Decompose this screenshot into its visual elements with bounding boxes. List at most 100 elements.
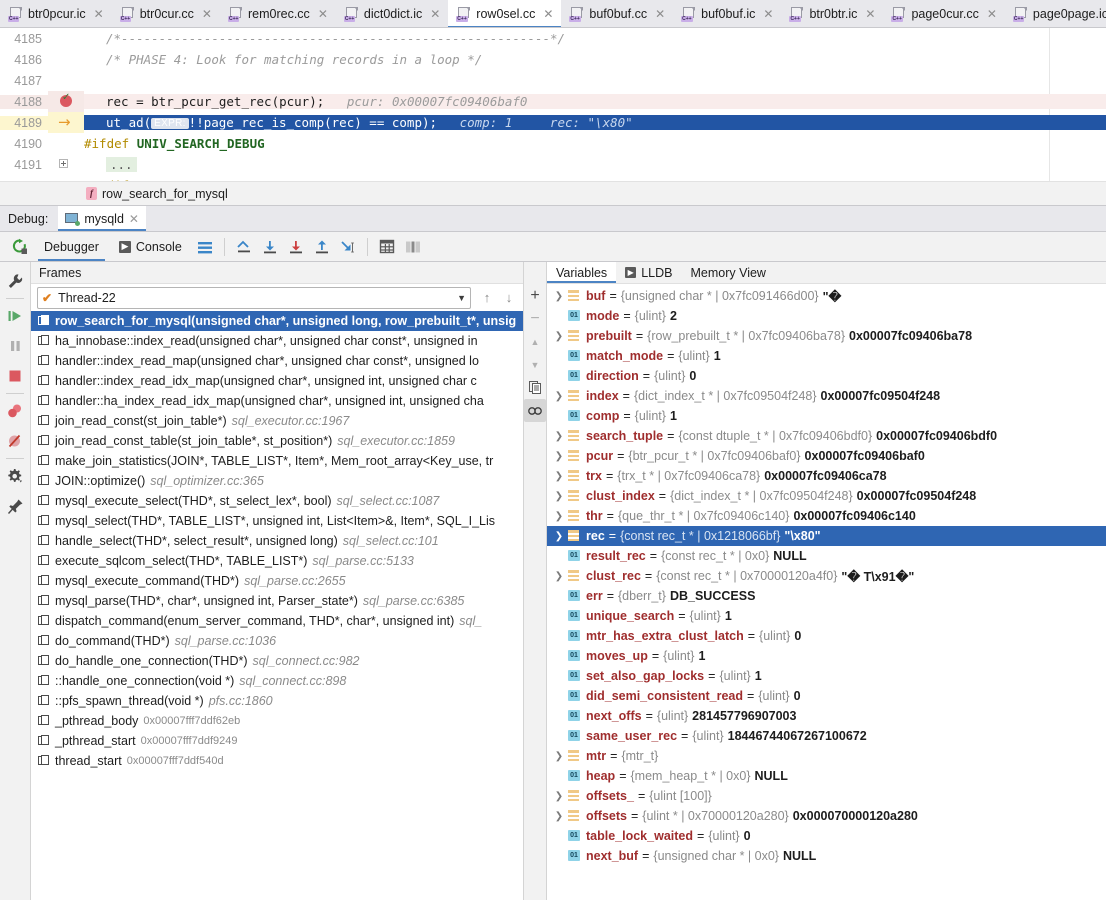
variable-row[interactable]: ❯ rec = {const rec_t * | 0x1218066bf} "\x80" xyxy=(547,526,1106,546)
frame-row[interactable]: join_read_const_table(st_join_table*, st… xyxy=(31,431,523,451)
editor-tab-rem0rec.cc[interactable]: C++ rem0rec.cc ✕ xyxy=(220,0,336,27)
line-number[interactable]: 4186 xyxy=(0,53,48,67)
resume-program-button[interactable] xyxy=(0,301,30,331)
settings-gear-button[interactable] xyxy=(0,461,30,491)
chevron-right-icon[interactable]: ❯ xyxy=(551,391,567,402)
variable-row[interactable]: 01 next_buf = {unsigned char * | 0x0} NULL xyxy=(547,846,1106,866)
frame-row[interactable]: ::handle_one_connection(void *) sql_conne… xyxy=(31,671,523,691)
frame-row[interactable]: handle_select(THD*, select_result*, unsi… xyxy=(31,531,523,551)
frame-row[interactable]: execute_sqlcom_select(THD*, TABLE_LIST*)… xyxy=(31,551,523,571)
variable-row[interactable]: 01 table_lock_waited = {ulint} 0 xyxy=(547,826,1106,846)
settings-wrench-button[interactable] xyxy=(0,266,30,296)
variable-row[interactable]: 01 next_offs = {ulint} 281457796907003 xyxy=(547,706,1106,726)
move-watch-down-button[interactable]: ▼ xyxy=(524,353,546,376)
tab-memory-view[interactable]: Memory View xyxy=(681,262,774,283)
variable-row[interactable]: 01 mode = {ulint} 2 xyxy=(547,306,1106,326)
variable-row[interactable]: 01 same_user_rec = {ulint} 18446744067267100… xyxy=(547,726,1106,746)
editor-tab-buf0buf.ic[interactable]: C++ buf0buf.ic ✕ xyxy=(673,0,781,27)
code-editor[interactable]: 4185 /*----------------------------------… xyxy=(0,28,1106,206)
variable-row[interactable]: ❯ mtr = {mtr_t} xyxy=(547,746,1106,766)
frame-row[interactable]: dispatch_command(enum_server_command, TH… xyxy=(31,611,523,631)
frame-row[interactable]: mysql_select(THD*, TABLE_LIST*, unsigned… xyxy=(31,511,523,531)
close-icon[interactable]: ✕ xyxy=(93,8,105,20)
close-icon[interactable]: ✕ xyxy=(317,8,329,20)
run-to-cursor-button[interactable] xyxy=(335,234,361,260)
chevron-down-icon[interactable]: ▼ xyxy=(457,293,466,303)
variable-row[interactable]: 01 result_rec = {const rec_t * | 0x0} NULL xyxy=(547,546,1106,566)
mute-breakpoints-button[interactable] xyxy=(0,426,30,456)
close-icon[interactable]: ✕ xyxy=(429,8,441,20)
chevron-right-icon[interactable]: ❯ xyxy=(551,471,567,482)
frame-row[interactable]: row_search_for_mysql(unsigned char*, uns… xyxy=(31,311,523,331)
variable-row[interactable]: ❯ clust_rec = {const rec_t * | 0x70000120a4… xyxy=(547,566,1106,586)
chevron-right-icon[interactable]: ❯ xyxy=(551,331,567,342)
view-breakpoints-button[interactable] xyxy=(0,396,30,426)
close-icon[interactable]: ✕ xyxy=(986,8,998,20)
breakpoint-icon[interactable] xyxy=(60,92,72,107)
gutter[interactable] xyxy=(48,70,84,91)
gutter[interactable] xyxy=(48,154,84,175)
variable-row[interactable]: ❯ thr = {que_thr_t * | 0x7fc09406c140} 0x000… xyxy=(547,506,1106,526)
chevron-right-icon[interactable]: ❯ xyxy=(551,511,567,522)
variable-row[interactable]: 01 match_mode = {ulint} 1 xyxy=(547,346,1106,366)
frame-row[interactable]: join_read_const(st_join_table*) sql_execu… xyxy=(31,411,523,431)
variable-row[interactable]: ❯ trx = {trx_t * | 0x7fc09406ca78} 0x00007fc… xyxy=(547,466,1106,486)
frame-up-button[interactable]: ↑ xyxy=(477,287,497,309)
show-execution-point-button[interactable] xyxy=(231,234,257,260)
frame-row[interactable]: handler::index_read_idx_map(unsigned cha… xyxy=(31,371,523,391)
variable-row[interactable]: 01 unique_search = {ulint} 1 xyxy=(547,606,1106,626)
chevron-right-icon[interactable]: ❯ xyxy=(551,431,567,442)
variable-row[interactable]: ❯ search_tuple = {const dtuple_t * | 0x7fc0… xyxy=(547,426,1106,446)
close-icon[interactable]: ✕ xyxy=(654,8,666,20)
line-number[interactable]: 4185 xyxy=(0,32,48,46)
variable-row[interactable]: 01 direction = {ulint} 0 xyxy=(547,366,1106,386)
frame-row[interactable]: _pthread_start 0x00007fff7ddf9249 xyxy=(31,731,523,751)
step-into-button[interactable] xyxy=(283,234,309,260)
editor-tab-row0sel.cc[interactable]: C++ row0sel.cc ✕ xyxy=(448,0,562,27)
stop-button[interactable] xyxy=(0,361,30,391)
variable-row[interactable]: ❯ index = {dict_index_t * | 0x7fc09504f248}… xyxy=(547,386,1106,406)
gutter[interactable]: → xyxy=(48,112,84,133)
frame-down-button[interactable]: ↓ xyxy=(499,287,519,309)
chevron-right-icon[interactable]: ❯ xyxy=(551,571,567,582)
close-icon[interactable]: ✕ xyxy=(201,8,213,20)
gutter[interactable] xyxy=(48,28,84,49)
chevron-right-icon[interactable]: ❯ xyxy=(551,791,567,802)
variable-row[interactable]: 01 mtr_has_extra_clust_latch = {ulint} 0 xyxy=(547,626,1106,646)
frame-row[interactable]: mysql_execute_command(THD*) sql_parse.cc:… xyxy=(31,571,523,591)
frame-row[interactable]: thread_start 0x00007fff7ddf540d xyxy=(31,751,523,771)
editor-tab-page0page.ic[interactable]: C++page0page.ic✕ xyxy=(1005,0,1106,27)
pin-tab-button[interactable] xyxy=(0,491,30,521)
pause-program-button[interactable] xyxy=(0,331,30,361)
variable-row[interactable]: ❯ prebuilt = {row_prebuilt_t * | 0x7fc09406… xyxy=(547,326,1106,346)
frames-list[interactable]: row_search_for_mysql(unsigned char*, uns… xyxy=(31,311,523,900)
add-watch-button[interactable]: + xyxy=(524,284,546,307)
gutter[interactable] xyxy=(48,133,84,154)
frame-row[interactable]: make_join_statistics(JOIN*, TABLE_LIST*,… xyxy=(31,451,523,471)
chevron-right-icon[interactable]: ❯ xyxy=(551,751,567,762)
tab-variables[interactable]: Variables xyxy=(547,262,617,283)
editor-tab-btr0cur.cc[interactable]: C++ btr0cur.cc ✕ xyxy=(112,0,220,27)
editor-tab-btr0pcur.ic[interactable]: C++ btr0pcur.ic ✕ xyxy=(0,0,112,27)
gutter[interactable] xyxy=(48,49,84,70)
frame-row[interactable]: mysql_parse(THD*, char*, unsigned int, P… xyxy=(31,591,523,611)
frame-row[interactable]: ha_innobase::index_read(unsigned char*, … xyxy=(31,331,523,351)
frame-row[interactable]: handler::ha_index_read_idx_map(unsigned … xyxy=(31,391,523,411)
tab-debugger[interactable]: Debugger xyxy=(34,232,109,261)
evaluate-expression-button[interactable] xyxy=(374,234,400,260)
debug-session-tab-mysqld[interactable]: mysqld ✕ xyxy=(58,206,146,231)
frame-row[interactable]: do_handle_one_connection(THD*) sql_connec… xyxy=(31,651,523,671)
variable-row[interactable]: 01 did_semi_consistent_read = {ulint} 0 xyxy=(547,686,1106,706)
breadcrumb[interactable]: f row_search_for_mysql xyxy=(0,181,1106,205)
variable-row[interactable]: ❯ clust_index = {dict_index_t * | 0x7fc0950… xyxy=(547,486,1106,506)
variable-row[interactable]: 01 comp = {ulint} 1 xyxy=(547,406,1106,426)
chevron-right-icon[interactable]: ❯ xyxy=(551,531,567,542)
line-number[interactable]: 4191 xyxy=(0,158,48,172)
variable-row[interactable]: 01 moves_up = {ulint} 1 xyxy=(547,646,1106,666)
close-icon[interactable]: ✕ xyxy=(542,8,554,20)
frame-row[interactable]: handler::index_read_map(unsigned char*, … xyxy=(31,351,523,371)
variable-row[interactable]: ❯ buf = {unsigned char * | 0x7fc091466d00} "… xyxy=(547,286,1106,306)
variable-row[interactable]: 01 set_also_gap_locks = {ulint} 1 xyxy=(547,666,1106,686)
chevron-right-icon[interactable]: ❯ xyxy=(551,491,567,502)
show-lines-button[interactable] xyxy=(192,234,218,260)
